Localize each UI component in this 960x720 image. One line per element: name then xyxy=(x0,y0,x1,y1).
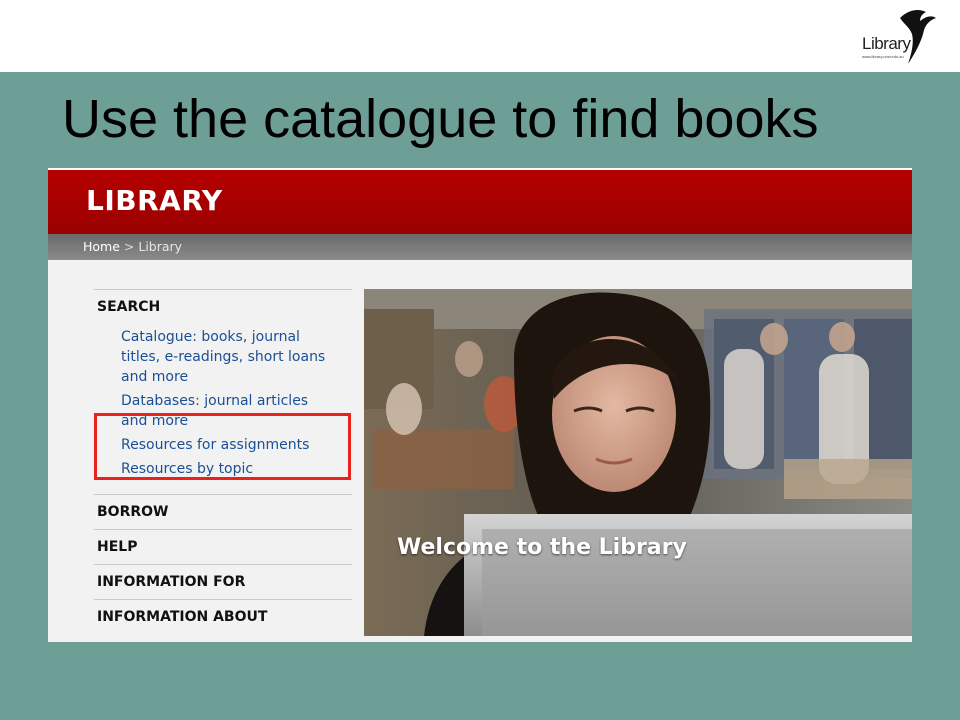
sidebar-section-help[interactable]: HELP xyxy=(94,529,352,564)
sidebar-section-information-about[interactable]: INFORMATION ABOUT xyxy=(94,599,352,634)
sidebar-section-information-for[interactable]: INFORMATION FOR xyxy=(94,564,352,599)
catalogue-highlight-box xyxy=(94,413,351,480)
library-photo-image xyxy=(364,289,912,636)
sidebar-section-borrow[interactable]: BORROW xyxy=(94,494,352,529)
main-content: SEARCH Catalogue: books, journal titles,… xyxy=(48,260,912,642)
library-logo: Library www.library.uow.edu.au xyxy=(862,6,942,68)
breadcrumb: Home > Library xyxy=(48,234,912,260)
slide-top-bar: Library www.library.uow.edu.au xyxy=(0,0,960,72)
sidebar-heading-search[interactable]: SEARCH xyxy=(97,290,349,315)
breadcrumb-home[interactable]: Home xyxy=(83,239,120,254)
slide-title: Use the catalogue to find books xyxy=(62,89,819,149)
breadcrumb-separator: > xyxy=(123,239,135,254)
welcome-caption: Welcome to the Library xyxy=(397,535,687,560)
catalogue-link[interactable]: Catalogue: books, journal titles, e-read… xyxy=(121,327,349,387)
library-header: LIBRARY xyxy=(48,170,912,234)
breadcrumb-current: Library xyxy=(138,239,183,254)
library-brand[interactable]: LIBRARY xyxy=(86,184,223,217)
library-website-screenshot: LIBRARY Home > Library SEARCH Catalogue:… xyxy=(48,168,912,642)
bird-logo-icon xyxy=(900,10,936,64)
welcome-banner[interactable]: Welcome to the Library xyxy=(364,289,912,636)
